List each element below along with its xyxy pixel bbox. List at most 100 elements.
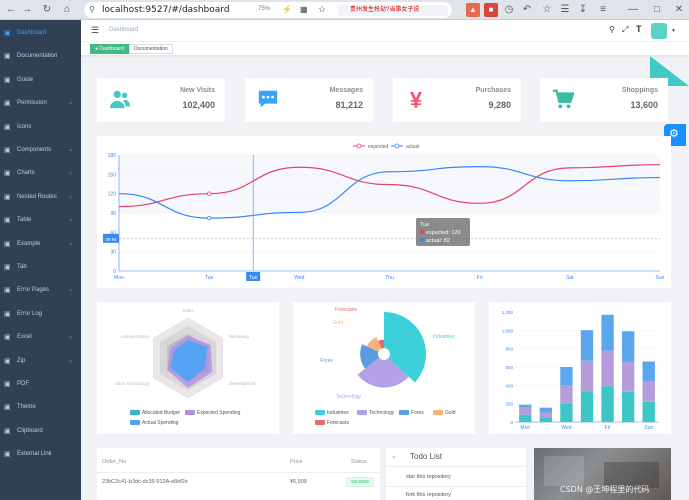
sidebar-item-zip[interactable]: ▣ Zip ⌄ bbox=[0, 350, 81, 373]
x-tick-label: Fri bbox=[477, 275, 483, 281]
y-tick-label: 0 bbox=[510, 420, 513, 425]
legend-swatch bbox=[315, 410, 325, 415]
col-price: Price bbox=[290, 459, 303, 465]
x-tick-label: Fri bbox=[605, 425, 611, 431]
lock-icon: ▣ bbox=[4, 100, 11, 108]
sidebar-item-external-link[interactable]: ▣ External Link bbox=[0, 443, 81, 466]
sidebar-item-components[interactable]: ▣ Components ⌄ bbox=[0, 139, 81, 162]
card-new-visits[interactable]: New Visits 102,400 bbox=[97, 78, 225, 122]
sidebar-item-table[interactable]: ▣ Table ⌄ bbox=[0, 209, 81, 232]
status-badge: success bbox=[346, 477, 375, 487]
bar-pageA-mon bbox=[519, 414, 532, 422]
image-shape bbox=[544, 456, 584, 486]
point-actual bbox=[206, 215, 212, 221]
caret-down-icon[interactable]: ▼ bbox=[671, 28, 676, 34]
card-label: Shoppings bbox=[621, 87, 658, 94]
radar-chart[interactable]: Sales Marketing Development ation Technolog… bbox=[97, 302, 279, 434]
download-icon[interactable]: ↧ bbox=[576, 3, 590, 17]
bar-pageC-sat bbox=[621, 331, 635, 362]
sidebar-item-nested-routes[interactable]: ▣ Nested Routes ⌄ bbox=[0, 186, 81, 209]
legend-label: Gold bbox=[445, 410, 456, 416]
sidebar-item-error-log[interactable]: ▣ Error Log bbox=[0, 303, 81, 326]
sidebar-item-guide[interactable]: ▣ Guide bbox=[0, 69, 81, 92]
sidebar-item-excel[interactable]: ▣ Excel ⌄ bbox=[0, 326, 81, 349]
sidebar-item-tab[interactable]: ▣ Tab bbox=[0, 256, 81, 279]
sidebar-item-example[interactable]: ▣ Example ⌄ bbox=[0, 233, 81, 256]
y-tick-label: 150 bbox=[108, 172, 117, 178]
sidebar-item-pdf[interactable]: ▣ PDF bbox=[0, 373, 81, 396]
avatar[interactable] bbox=[651, 23, 667, 39]
maximize-icon[interactable]: □ bbox=[650, 3, 664, 17]
star-icon[interactable]: ☆ bbox=[318, 4, 326, 15]
x-tick-label: Sun bbox=[644, 425, 653, 431]
reload-icon[interactable]: ↻ bbox=[40, 3, 54, 17]
minimize-icon[interactable]: — bbox=[626, 3, 640, 17]
todo-item[interactable]: fork this repository bbox=[406, 492, 451, 498]
todo-list: ⌄ Todo List star this repository fork th… bbox=[386, 448, 526, 500]
tag-dashboard[interactable]: ● Dashboard bbox=[90, 44, 129, 54]
menu-icon[interactable]: ≡ bbox=[596, 3, 610, 17]
bar-pageA-sat bbox=[621, 391, 635, 422]
chevron-down-icon: ⌄ bbox=[67, 217, 73, 224]
sidebar-item-icons[interactable]: ▣ Icons bbox=[0, 116, 81, 139]
bar-pageA-thu bbox=[580, 391, 594, 422]
close-icon[interactable]: ✕ bbox=[672, 3, 686, 17]
undo-icon[interactable]: ↶ bbox=[520, 3, 534, 17]
sidebar-item-label: Error Log bbox=[17, 310, 43, 317]
sidebar-item-permission[interactable]: ▣ Permission ⌄ bbox=[0, 92, 81, 115]
dashboard-icon: ▣ bbox=[4, 30, 11, 37]
card-label: Purchases bbox=[475, 87, 511, 94]
size-icon[interactable]: T bbox=[636, 24, 642, 34]
sidebar-item-documentation[interactable]: ▣ Documentation bbox=[0, 45, 81, 68]
back-icon[interactable]: ← bbox=[4, 3, 18, 17]
x-tick-label: Mon bbox=[520, 425, 530, 431]
collections-icon[interactable]: ☰ bbox=[558, 3, 572, 17]
grid-icon[interactable]: ▦ bbox=[300, 5, 308, 14]
pie-label: Technology bbox=[336, 394, 362, 400]
favorite-icon[interactable]: ☆ bbox=[540, 3, 554, 17]
forward-icon[interactable]: → bbox=[20, 3, 34, 17]
search-icon[interactable]: ⚲ bbox=[609, 25, 615, 34]
history-icon[interactable]: ◷ bbox=[502, 3, 516, 17]
nested-icon: ▣ bbox=[4, 193, 11, 201]
card-messages[interactable]: Messages 81,212 bbox=[245, 78, 373, 122]
message-icon bbox=[258, 90, 278, 108]
y-tick-label: 120 bbox=[108, 192, 117, 198]
line-chart[interactable]: 0306090120150180Mon Tue Wed Thu Fri Sat Sun49.… bbox=[97, 136, 671, 288]
home-icon[interactable]: ⌂ bbox=[60, 3, 74, 17]
error-pages-icon: ▣ bbox=[4, 287, 11, 295]
extension2-icon[interactable]: ■ bbox=[484, 3, 498, 17]
pie-chart[interactable]: Industries Technology Forex Gold Forecasts In… bbox=[293, 302, 475, 434]
x-tick-label: Sun bbox=[656, 275, 665, 281]
lightning-icon[interactable]: ⚡ bbox=[282, 5, 292, 14]
bar-pageA-sun bbox=[642, 401, 655, 422]
shopping-cart-icon bbox=[552, 89, 574, 109]
sidebar-item-theme[interactable]: ▣ Theme bbox=[0, 396, 81, 419]
extension-icon[interactable]: ▲ bbox=[466, 3, 480, 17]
todo-item[interactable]: star this repository bbox=[406, 474, 451, 480]
card-value: 102,400 bbox=[182, 100, 215, 110]
chevron-down-icon: ⌄ bbox=[67, 287, 73, 294]
sidebar-item-charts[interactable]: ▣ Charts ⌄ bbox=[0, 162, 81, 185]
sidebar-item-clipboard[interactable]: ▣ Clipboard bbox=[0, 420, 81, 443]
y-tick-label: 400 bbox=[505, 383, 513, 388]
card-value: 81,212 bbox=[335, 100, 363, 110]
card-purchases[interactable]: ¥ Purchases 9,280 bbox=[393, 78, 521, 122]
toggle-all-icon[interactable]: ⌄ bbox=[391, 452, 397, 460]
card-label: Messages bbox=[329, 87, 363, 94]
sidebar-item-dashboard[interactable]: ▣ Dashboard bbox=[0, 22, 81, 45]
sidebar-item-label: Error Pages bbox=[17, 287, 50, 294]
hamburger-icon[interactable]: ☰ bbox=[91, 25, 99, 36]
tag-documentation[interactable]: Documentation bbox=[129, 44, 173, 54]
sidebar-item-error-pages[interactable]: ▣ Error Pages ⌄ bbox=[0, 279, 81, 302]
card-shoppings[interactable]: Shoppings 13,600 bbox=[540, 78, 668, 122]
address-bar[interactable]: ⚲ localhost:9527/#/dashboard 75% ⚡ ▦ ☆ 贵… bbox=[84, 2, 452, 18]
zoom-level[interactable]: 75% bbox=[258, 6, 270, 12]
news-search-box[interactable]: 贵州发生抢劫?当事女子说 bbox=[338, 5, 448, 16]
pie-hole bbox=[378, 348, 390, 360]
bar-chart[interactable]: 0 200 400 600 800 1,000 1,200 Mon Wed Fri Sun bbox=[489, 302, 671, 434]
pie-label: Forex bbox=[320, 358, 333, 364]
fullscreen-icon[interactable]: ⤢ bbox=[622, 25, 628, 35]
legend-label: Industries bbox=[327, 410, 349, 416]
watermark: CSDN @王坤程里的代码 bbox=[560, 485, 650, 494]
